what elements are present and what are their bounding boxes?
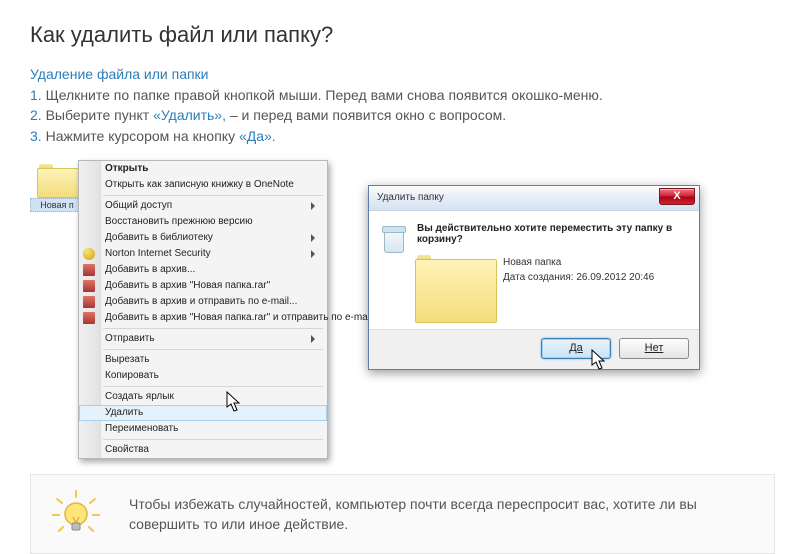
context-menu-item[interactable]: Вырезать	[79, 352, 327, 368]
context-menu-item-label: Общий доступ	[105, 200, 172, 211]
context-menu-item[interactable]: Восстановить прежнюю версию	[79, 214, 327, 230]
confirm-dialog: Удалить папку X Вы действительно хотите …	[368, 185, 700, 370]
context-menu-item-label: Отправить	[105, 333, 155, 344]
close-icon: X	[673, 190, 680, 202]
context-menu-item-label: Открыть как записную книжку в OneNote	[105, 179, 294, 190]
context-menu-item[interactable]: Общий доступ	[79, 198, 327, 214]
yes-button[interactable]: Да	[541, 338, 611, 359]
context-menu-item-label: Добавить в архив...	[105, 264, 195, 275]
context-menu-separator	[103, 439, 323, 440]
step-highlight: «Удалить»,	[153, 107, 226, 123]
context-menu-item[interactable]: Добавить в архив и отправить по e-mail..…	[79, 294, 327, 310]
steps-list: 1. Щелкните по папке правой кнопкой мыши…	[30, 85, 775, 146]
context-menu-item-label: Добавить в архив "Новая папка.rar" и отп…	[105, 312, 372, 323]
context-menu-item-label: Копировать	[105, 370, 159, 381]
step-item: 2. Выберите пункт «Удалить», – и перед в…	[30, 105, 775, 125]
context-menu-item[interactable]: Открыть как записную книжку в OneNote	[79, 177, 327, 193]
book-icon	[83, 264, 95, 276]
context-menu-item-label: Добавить в библиотеку	[105, 232, 213, 243]
yes-button-label: Да	[569, 342, 583, 354]
folder-desktop-item[interactable]: Новая п	[30, 160, 84, 212]
context-menu-item-label: Создать ярлык	[105, 391, 174, 402]
context-menu-illustration: Новая п Открыть Открыть как записную книж…	[30, 160, 328, 459]
context-menu-item[interactable]: Добавить в библиотеку	[79, 230, 327, 246]
folder-label: Новая п	[30, 198, 84, 212]
step-number: 2.	[30, 107, 42, 123]
context-menu-item[interactable]: Копировать	[79, 368, 327, 384]
context-menu-separator	[103, 195, 323, 196]
folder-icon	[37, 164, 77, 196]
step-item: 1. Щелкните по папке правой кнопкой мыши…	[30, 85, 775, 105]
context-menu-item[interactable]: Добавить в архив "Новая папка.rar"	[79, 278, 327, 294]
step-text: Нажмите курсором на кнопку	[46, 128, 239, 144]
context-menu-item[interactable]: Norton Internet Security	[79, 246, 327, 262]
step-text: Щелкните по папке правой кнопкой мыши. П…	[46, 87, 603, 103]
tip-text: Чтобы избежать случайностей, компьютер п…	[129, 494, 756, 535]
tip-box: Чтобы избежать случайностей, компьютер п…	[30, 474, 775, 554]
step-number: 1.	[30, 87, 42, 103]
step-text: – и перед вами появится окно с вопросом.	[226, 107, 506, 123]
context-menu-separator	[103, 386, 323, 387]
context-menu-item[interactable]: Создать ярлык	[79, 389, 327, 405]
dialog-item-date: Дата создания: 26.09.2012 20:46	[503, 270, 654, 285]
context-menu-item[interactable]: Добавить в архив...	[79, 262, 327, 278]
context-menu-item[interactable]: Добавить в архив "Новая папка.rar" и отп…	[79, 310, 327, 326]
context-menu-item[interactable]: Отправить	[79, 331, 327, 347]
dialog-title-text: Удалить папку	[377, 192, 444, 203]
book-icon	[83, 312, 95, 324]
step-text: Выберите пункт	[46, 107, 153, 123]
book-icon	[83, 296, 95, 308]
step-item: 3. Нажмите курсором на кнопку «Да».	[30, 126, 775, 146]
context-menu: Открыть Открыть как записную книжку в One…	[78, 160, 328, 459]
context-menu-item[interactable]: Переименовать	[79, 421, 327, 437]
context-menu-item-label: Переименовать	[105, 423, 178, 434]
section-subtitle: Удаление файла или папки	[30, 66, 775, 82]
context-menu-item-label: Добавить в архив и отправить по e-mail..…	[105, 296, 297, 307]
dialog-titlebar: Удалить папку X	[369, 186, 699, 211]
context-menu-item-label: Добавить в архив "Новая папка.rar"	[105, 280, 270, 291]
context-menu-separator	[103, 328, 323, 329]
lightbulb-icon	[49, 489, 103, 539]
context-menu-item-label: Удалить	[105, 407, 143, 418]
dialog-item-name: Новая папка	[503, 255, 654, 270]
recycle-bin-icon	[381, 223, 405, 253]
context-menu-separator	[103, 349, 323, 350]
step-number: 3.	[30, 128, 42, 144]
no-button-label: Нет	[645, 342, 664, 354]
context-menu-item-label: Вырезать	[105, 354, 149, 365]
page-title: Как удалить файл или папку?	[30, 22, 775, 48]
context-menu-item[interactable]: Открыть	[79, 161, 327, 177]
context-menu-item-label: Свойства	[105, 444, 149, 455]
no-button[interactable]: Нет	[619, 338, 689, 359]
step-highlight: «Да».	[239, 128, 276, 144]
folder-icon	[415, 255, 495, 321]
context-menu-item-label: Открыть	[105, 163, 148, 174]
context-menu-item[interactable]: Свойства	[79, 442, 327, 458]
dialog-question: Вы действительно хотите переместить эту …	[415, 223, 687, 245]
context-menu-item[interactable]: Удалить	[79, 405, 327, 421]
context-menu-item-label: Восстановить прежнюю версию	[105, 216, 253, 227]
close-button[interactable]: X	[659, 188, 695, 205]
context-menu-item-label: Norton Internet Security	[105, 248, 211, 259]
yellow-icon	[83, 248, 95, 260]
book-icon	[83, 280, 95, 292]
